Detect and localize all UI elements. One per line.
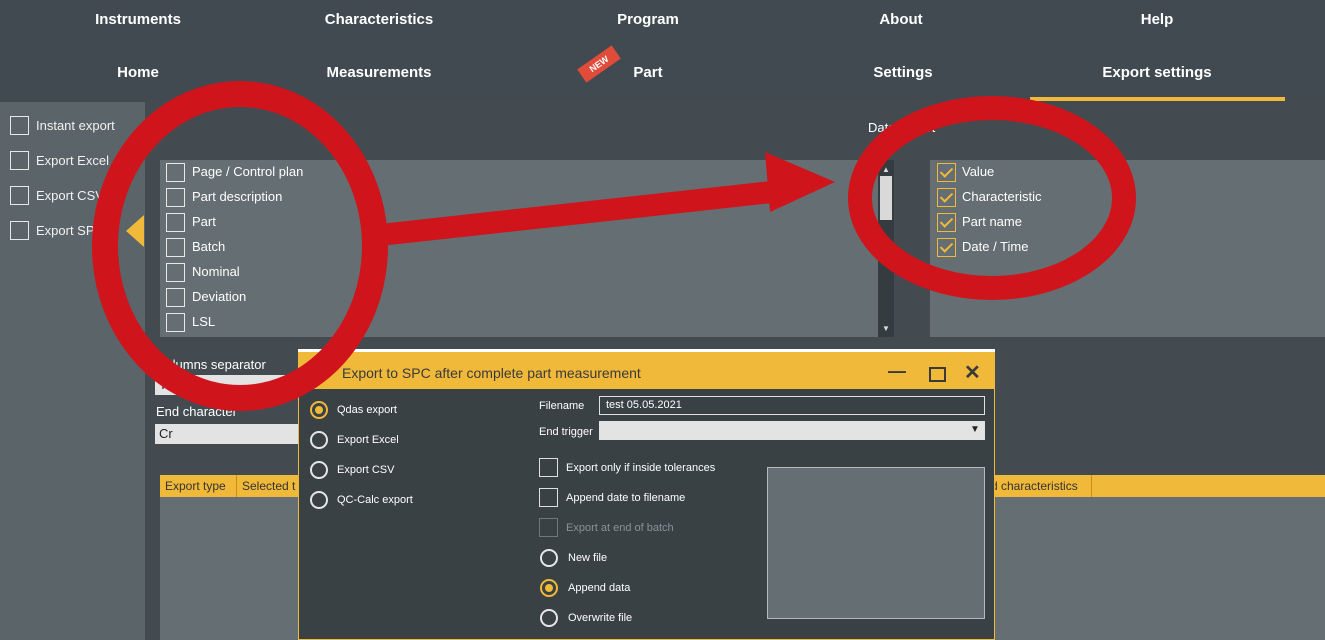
sidebar-item-export-csv[interactable]: Export CSV <box>36 188 136 203</box>
filename-input[interactable]: test 05.05.2021 <box>599 396 985 415</box>
radio-label-qc-calc-export: QC-Calc export <box>337 494 413 506</box>
selected-field-label: Date / Time <box>962 239 1029 254</box>
sidebar-checkbox-instant-export[interactable] <box>10 116 29 135</box>
field-checkbox[interactable] <box>166 213 185 232</box>
field-label: Batch <box>192 239 226 254</box>
selected-field-checkbox[interactable] <box>937 238 956 257</box>
checkbox-append-date[interactable] <box>539 488 558 507</box>
close-icon[interactable]: ✕ <box>964 360 981 385</box>
tab-export-settings[interactable]: Export settings <box>1102 64 1211 81</box>
nav-about[interactable]: About <box>879 11 922 28</box>
end-character-input[interactable]: Cr <box>155 424 300 444</box>
sidebar-item-export-excel[interactable]: Export Excel <box>36 153 109 168</box>
checkbox-inside-tolerances[interactable] <box>539 458 558 477</box>
selected-field-checkbox[interactable] <box>937 213 956 232</box>
radio-export-excel[interactable] <box>310 431 328 449</box>
column-header-selected[interactable]: Selected t <box>237 475 307 497</box>
option-label-export-end-batch: Export at end of batch <box>566 522 674 534</box>
scroll-down-icon[interactable]: ▼ <box>882 324 890 333</box>
scrollbar-thumb[interactable] <box>880 176 892 220</box>
sidebar-checkbox-export-spc[interactable] <box>10 221 29 240</box>
nav-instruments[interactable]: Instruments <box>95 11 181 28</box>
columns-separator-input[interactable]: Tab <box>155 375 300 395</box>
radio-label-overwrite-file: Overwrite file <box>568 612 633 624</box>
selected-field-checkbox[interactable] <box>937 188 956 207</box>
field-checkbox[interactable] <box>166 263 185 282</box>
nav-characteristics[interactable]: Characteristics <box>325 11 433 28</box>
field-label: Part description <box>192 189 283 204</box>
radio-label-qdas-export: Qdas export <box>337 404 397 416</box>
scroll-up-icon[interactable]: ▲ <box>882 165 890 174</box>
preview-panel <box>767 467 985 619</box>
tab-part[interactable]: Part <box>633 64 662 81</box>
radio-label-export-excel: Export Excel <box>337 434 399 446</box>
radio-new-file[interactable] <box>540 549 558 567</box>
data-export-label: Data export <box>868 120 936 135</box>
columns-separator-label: Columns separator <box>156 357 266 372</box>
checkbox-export-end-batch[interactable] <box>539 518 558 537</box>
field-label: Page / Control plan <box>192 164 304 179</box>
field-checkbox[interactable] <box>166 163 185 182</box>
field-checkbox[interactable] <box>166 238 185 257</box>
maximize-icon[interactable] <box>929 367 946 382</box>
end-character-label: End character <box>156 404 237 419</box>
option-label-append-date: Append date to filename <box>566 492 686 504</box>
radio-label-new-file: New file <box>568 552 608 564</box>
radio-overwrite-file[interactable] <box>540 609 558 627</box>
field-label: Part <box>192 214 216 229</box>
field-checkbox[interactable] <box>166 188 185 207</box>
sidebar-item-export-spc[interactable]: Export SPC <box>36 223 104 238</box>
available-fields-list <box>160 160 878 337</box>
end-trigger-label: End trigger <box>539 426 593 438</box>
wifi-signal-icon <box>306 363 319 385</box>
column-header-export-type[interactable]: Export type <box>160 475 237 497</box>
field-label: LSL <box>192 314 216 329</box>
filename-label: Filename <box>539 400 585 412</box>
radio-qc-calc-export[interactable] <box>310 491 328 509</box>
tab-home[interactable]: Home <box>117 64 159 81</box>
option-label-inside-tolerances: Export only if inside tolerances <box>566 462 716 474</box>
minimize-icon[interactable]: — <box>888 361 906 382</box>
end-trigger-select[interactable] <box>599 421 985 440</box>
field-checkbox[interactable] <box>166 288 185 307</box>
selected-field-label: Part name <box>962 214 1022 229</box>
selected-field-label: Characteristic <box>962 189 1042 204</box>
sidebar-checkbox-export-csv[interactable] <box>10 186 29 205</box>
dialog-title: Export to SPC after complete part measur… <box>342 365 641 381</box>
active-tab-underline <box>1030 97 1285 101</box>
radio-append-data[interactable] <box>540 579 558 597</box>
tab-settings[interactable]: Settings <box>873 64 932 81</box>
field-label: Deviation <box>192 289 247 304</box>
tab-measurements[interactable]: Measurements <box>326 64 431 81</box>
field-label: Nominal <box>192 264 240 279</box>
radio-qdas-export[interactable] <box>310 401 328 419</box>
sidebar <box>0 102 145 640</box>
selected-field-label: Value <box>962 164 995 179</box>
sidebar-item-instant-export[interactable]: Instant export <box>36 118 115 133</box>
field-checkbox[interactable] <box>166 313 185 332</box>
radio-export-csv[interactable] <box>310 461 328 479</box>
nav-program[interactable]: Program <box>617 11 679 28</box>
dialog-top-border <box>298 349 995 352</box>
active-item-pointer <box>126 215 144 247</box>
column-header-characteristics[interactable]: d characteristics <box>986 475 1092 497</box>
radio-label-append-data: Append data <box>568 582 631 594</box>
radio-label-export-csv: Export CSV <box>337 464 395 476</box>
nav-help[interactable]: Help <box>1141 11 1174 28</box>
selected-field-checkbox[interactable] <box>937 163 956 182</box>
sidebar-checkbox-export-excel[interactable] <box>10 151 29 170</box>
chevron-down-icon[interactable]: ▼ <box>970 424 980 435</box>
